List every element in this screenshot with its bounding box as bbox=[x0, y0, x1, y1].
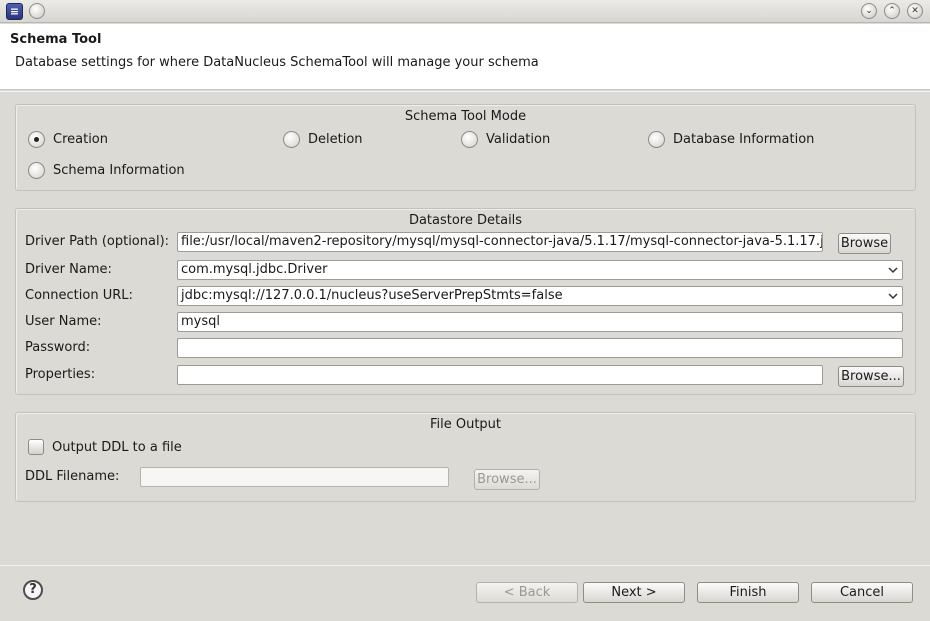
page-description: Database settings for where DataNucleus … bbox=[15, 55, 539, 70]
ddl-filename-field[interactable] bbox=[140, 467, 449, 487]
radio-label: Deletion bbox=[308, 132, 363, 147]
checkbox-label: Output DDL to a file bbox=[52, 439, 182, 455]
file-output-group: File Output bbox=[15, 412, 916, 502]
header-separator bbox=[0, 91, 930, 92]
properties-label: Properties: bbox=[25, 367, 96, 382]
radio-unselected-icon bbox=[648, 131, 665, 148]
connection-url-combo[interactable]: jdbc:mysql://127.0.0.1/nucleus?useServer… bbox=[177, 286, 903, 306]
driver-name-value: com.mysql.jdbc.Driver bbox=[181, 262, 328, 277]
wizard-header: Schema Tool Database settings for where … bbox=[0, 24, 930, 90]
group-title: Datastore Details bbox=[408, 213, 523, 228]
radio-label: Schema Information bbox=[53, 163, 185, 178]
radio-schema-information[interactable]: Schema Information bbox=[28, 162, 185, 179]
user-name-field[interactable]: mysql bbox=[177, 312, 903, 332]
driver-path-label: Driver Path (optional): bbox=[25, 234, 170, 249]
radio-database-information[interactable]: Database Information bbox=[648, 131, 814, 148]
ddl-browse-button[interactable]: Browse... bbox=[474, 469, 540, 490]
next-button-label: Next > bbox=[611, 585, 657, 600]
maximize-button[interactable]: ⌃ bbox=[884, 3, 900, 19]
radio-selected-icon bbox=[28, 131, 45, 148]
driver-path-field[interactable]: file:/usr/local/maven2-repository/mysql/… bbox=[177, 232, 823, 252]
password-label: Password: bbox=[25, 340, 91, 355]
chevron-down-icon[interactable] bbox=[887, 291, 899, 301]
cancel-button-label: Cancel bbox=[839, 585, 885, 600]
output-ddl-checkbox[interactable]: Output DDL to a file bbox=[28, 439, 182, 455]
radio-unselected-icon bbox=[461, 131, 478, 148]
radio-label: Validation bbox=[486, 132, 551, 147]
connection-url-label: Connection URL: bbox=[25, 288, 133, 303]
connection-url-value: jdbc:mysql://127.0.0.1/nucleus?useServer… bbox=[181, 288, 563, 303]
next-button[interactable]: Next > bbox=[583, 582, 685, 603]
eclipse-icon: ≡ bbox=[6, 3, 23, 20]
driver-name-combo[interactable]: com.mysql.jdbc.Driver bbox=[177, 260, 903, 280]
radio-label: Database Information bbox=[673, 132, 815, 147]
window-menu-button[interactable] bbox=[29, 3, 45, 19]
help-icon[interactable]: ? bbox=[23, 580, 43, 600]
driver-path-browse-button[interactable]: Browse bbox=[838, 233, 891, 254]
checkbox-unchecked-icon bbox=[28, 439, 44, 455]
properties-field[interactable] bbox=[177, 365, 823, 385]
group-title: Schema Tool Mode bbox=[404, 109, 527, 124]
finish-button[interactable]: Finish bbox=[697, 582, 799, 603]
finish-button-label: Finish bbox=[729, 585, 767, 600]
driver-name-label: Driver Name: bbox=[25, 262, 112, 277]
radio-unselected-icon bbox=[28, 162, 45, 179]
properties-browse-button[interactable]: Browse... bbox=[838, 366, 904, 387]
window-titlebar: ≡ ⌄ ⌃ ✕ bbox=[0, 0, 930, 23]
radio-creation[interactable]: Creation bbox=[28, 131, 108, 148]
cancel-button[interactable]: Cancel bbox=[811, 582, 913, 603]
radio-deletion[interactable]: Deletion bbox=[283, 131, 363, 148]
user-name-label: User Name: bbox=[25, 314, 102, 329]
page-title: Schema Tool bbox=[10, 32, 102, 47]
minimize-button[interactable]: ⌄ bbox=[861, 3, 877, 19]
chevron-down-icon[interactable] bbox=[887, 265, 899, 275]
password-field[interactable] bbox=[177, 338, 903, 358]
back-button-label: < Back bbox=[503, 585, 551, 600]
radio-unselected-icon bbox=[283, 131, 300, 148]
group-title: File Output bbox=[429, 417, 502, 432]
back-button[interactable]: < Back bbox=[476, 582, 578, 603]
footer-separator bbox=[0, 565, 930, 566]
radio-validation[interactable]: Validation bbox=[461, 131, 550, 148]
radio-label: Creation bbox=[53, 132, 109, 147]
ddl-filename-label: DDL Filename: bbox=[25, 469, 120, 484]
close-button[interactable]: ✕ bbox=[907, 3, 923, 19]
